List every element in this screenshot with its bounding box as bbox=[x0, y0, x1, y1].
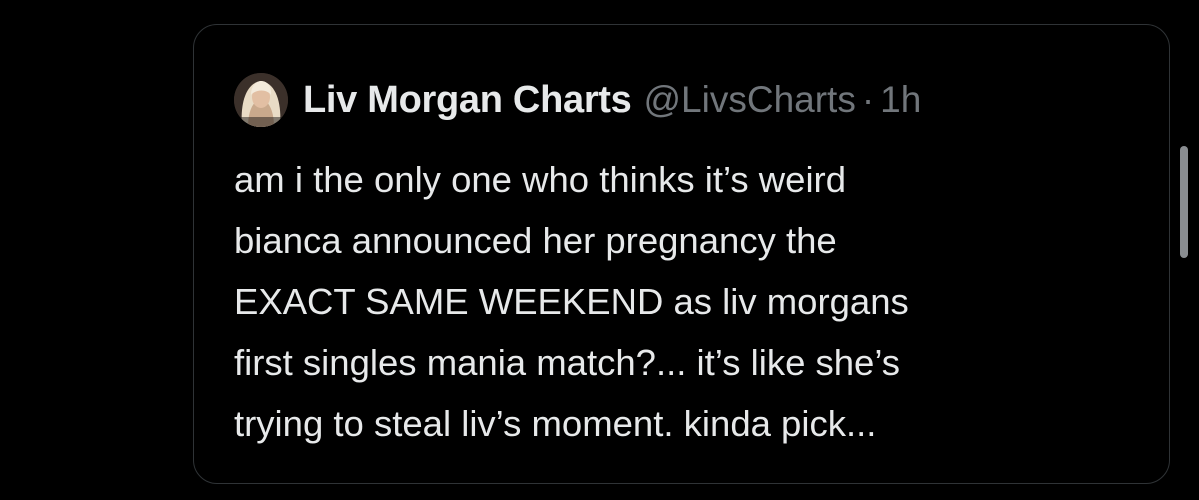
tweet-timestamp[interactable]: 1h bbox=[880, 79, 921, 121]
quoted-tweet-card[interactable]: Liv Morgan Charts @LivsCharts · 1h am i … bbox=[193, 24, 1170, 484]
avatar[interactable] bbox=[234, 73, 288, 127]
tweet-text-line: EXACT SAME WEEKEND as liv morgans bbox=[234, 281, 909, 322]
tweet-header: Liv Morgan Charts @LivsCharts · 1h bbox=[234, 70, 921, 130]
profile-photo-icon bbox=[234, 73, 288, 127]
tweet-text-line: bianca announced her pregnancy the bbox=[234, 220, 837, 261]
tweet-text-line: first singles mania match?... it’s like … bbox=[234, 342, 901, 383]
scrollbar-thumb[interactable] bbox=[1180, 146, 1188, 258]
tweet-text-line: am i the only one who thinks it’s weird bbox=[234, 159, 847, 200]
author-display-name[interactable]: Liv Morgan Charts bbox=[303, 79, 632, 122]
separator-dot: · bbox=[861, 79, 875, 120]
tweet-body: am i the only one who thinks it’s weird … bbox=[234, 149, 1134, 454]
tweet-text-line: trying to steal liv’s moment. kinda pick… bbox=[234, 403, 877, 444]
author-handle[interactable]: @LivsCharts bbox=[644, 79, 856, 121]
